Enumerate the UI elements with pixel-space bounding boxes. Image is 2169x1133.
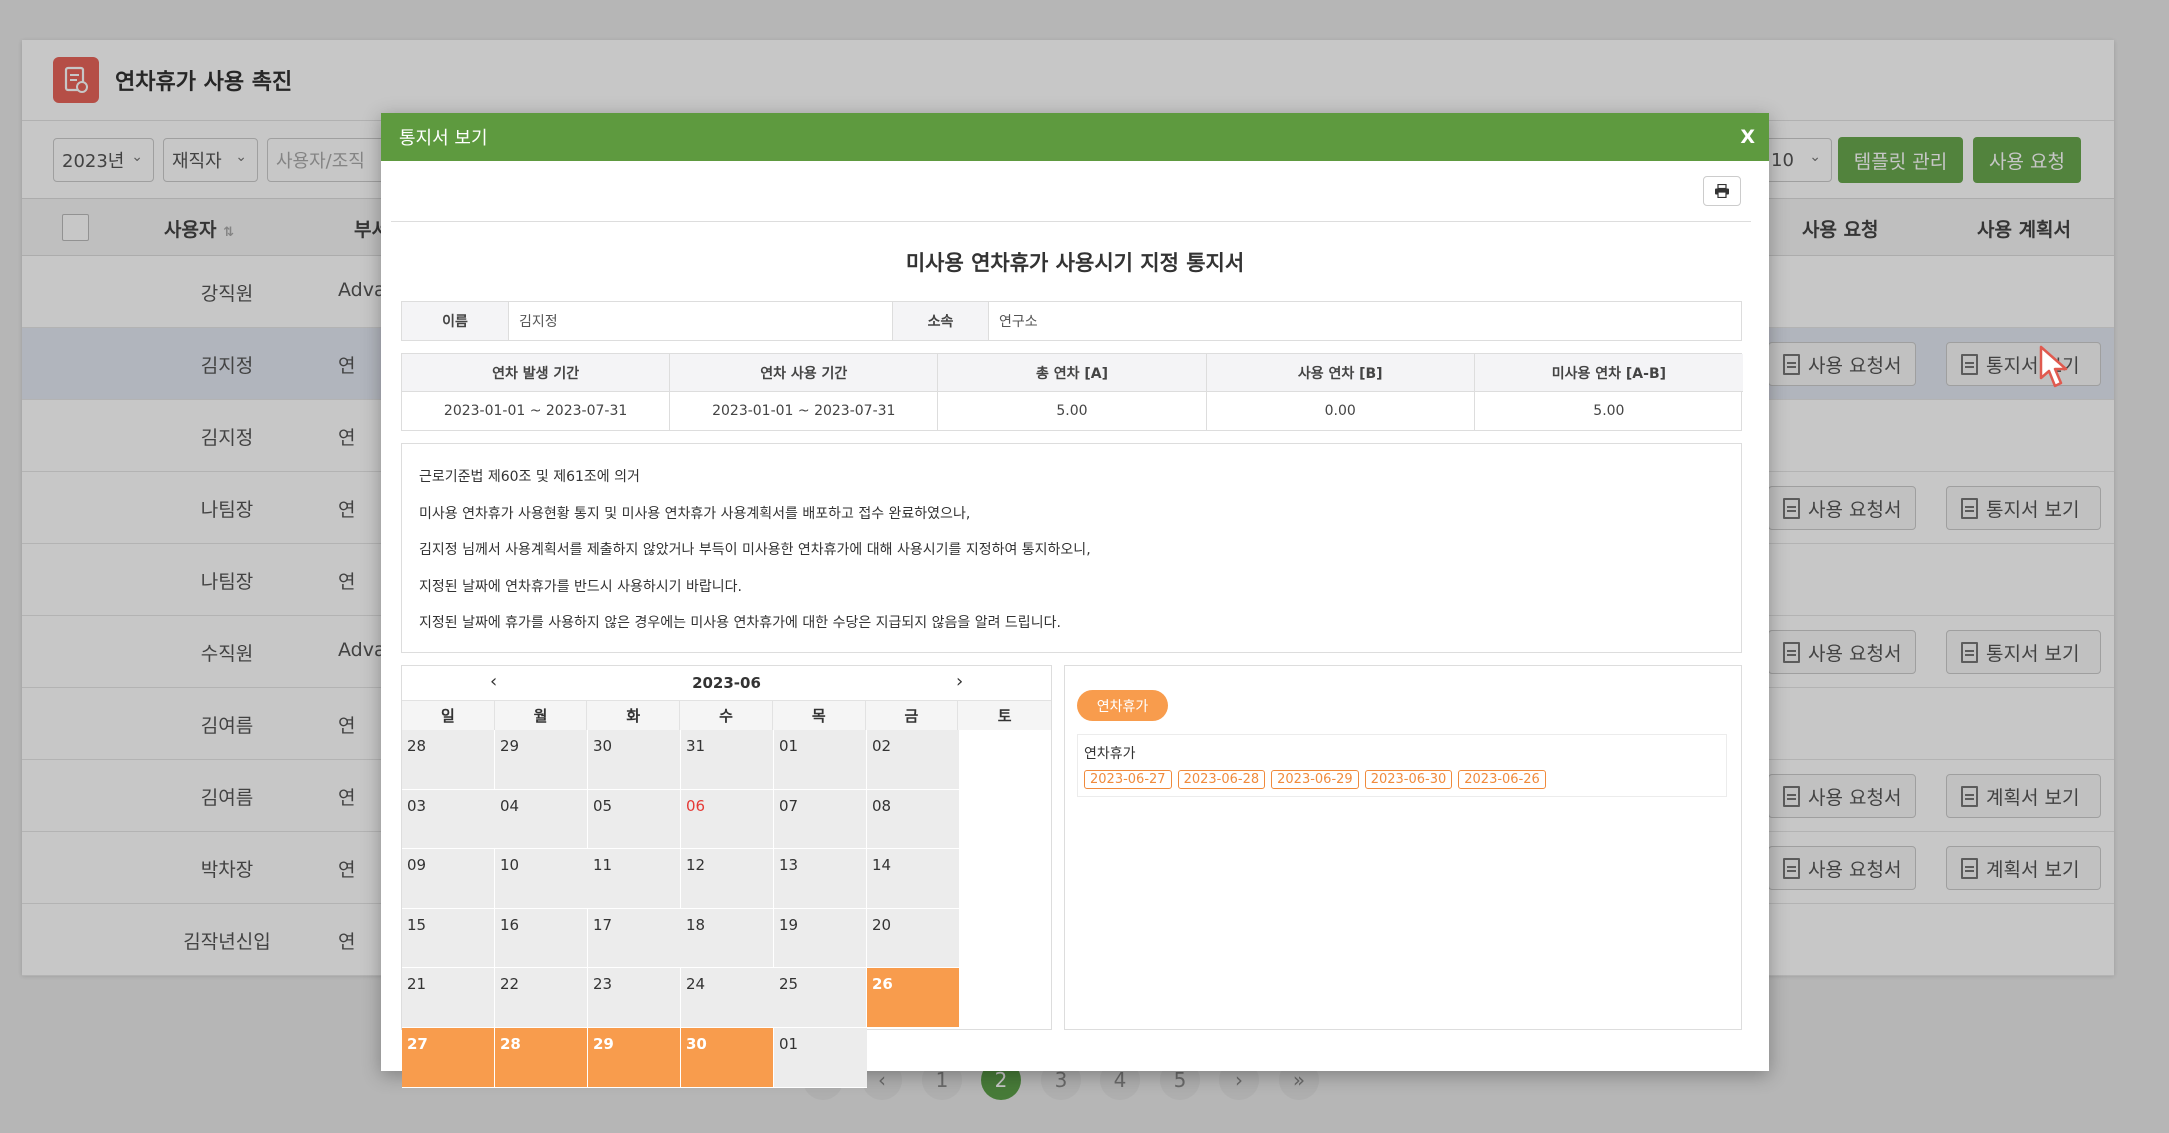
calendar-day[interactable]: 01	[774, 1027, 867, 1088]
calendar-day[interactable]: 03	[402, 789, 495, 850]
leave-date-tag: 2023-06-27	[1084, 770, 1172, 789]
calendar-day-selected[interactable]: 29	[588, 1027, 681, 1088]
calendar-next-button[interactable]: ›	[956, 671, 963, 692]
document-title: 미사용 연차휴가 사용시기 지정 통지서	[905, 251, 1245, 275]
dept-label: 소속	[892, 302, 988, 340]
calendar-day[interactable]: 29	[495, 730, 588, 790]
calendar-day-selected[interactable]: 28	[495, 1027, 588, 1088]
calendar-day[interactable]: 11	[588, 849, 681, 909]
calendar-day-selected[interactable]: 26	[867, 968, 960, 1028]
calendar-day[interactable]: 25	[774, 968, 867, 1028]
leave-dates-box: 연차휴가 2023-06-27 2023-06-28 2023-06-29 2023-…	[1077, 734, 1727, 797]
weekday-label: 토	[997, 707, 1012, 725]
calendar-day[interactable]: 30	[588, 730, 681, 790]
calendar-weekdays: 일월화수목금 토	[402, 700, 1051, 730]
leave-table-cell: 2023-01-01 ~ 2023-07-31	[402, 392, 671, 430]
calendar-day[interactable]: 01	[774, 730, 867, 790]
calendar-month: 2023-06	[692, 674, 761, 692]
calendar-day[interactable]: 20	[867, 908, 960, 969]
notice-line: 지정된 날짜에 연차휴가를 반드시 사용하시기 바랍니다.	[419, 578, 742, 595]
leave-table-header: 총 연차 [A]	[938, 354, 1207, 392]
weekday-label: 수	[680, 701, 773, 730]
close-button[interactable]: X	[1740, 126, 1755, 148]
print-button[interactable]	[1703, 176, 1741, 206]
leave-table-header: 연차 사용 기간	[670, 354, 939, 392]
weekday-label: 일	[402, 701, 495, 730]
calendar-day-selected[interactable]: 30	[681, 1027, 774, 1088]
calendar-day[interactable]: 19	[774, 908, 867, 969]
calendar-day[interactable]: 23	[588, 968, 681, 1028]
calendar-day[interactable]: 21	[402, 968, 495, 1028]
calendar-day-selected[interactable]: 27	[402, 1027, 495, 1088]
notice-text: 근로기준법 제60조 및 제61조에 의거미사용 연차휴가 사용현황 통지 및 …	[401, 443, 1742, 653]
leave-table-header: 미사용 연차 [A-B]	[1474, 354, 1743, 392]
mouse-cursor-icon	[2039, 345, 2068, 388]
calendar-day[interactable]: 22	[495, 968, 588, 1028]
modal-toolbar	[391, 161, 1751, 222]
calendar-day[interactable]: 15	[402, 908, 495, 969]
leave-table-header: 연차 발생 기간	[402, 354, 671, 392]
leave-dates-label: 연차휴가	[1084, 746, 1136, 762]
calendar-day[interactable]: 28	[402, 730, 495, 790]
calendar-day[interactable]: 08	[867, 789, 960, 850]
leave-type-badge[interactable]: 연차휴가	[1077, 690, 1168, 721]
weekday-label: 목	[773, 701, 866, 730]
calendar-day[interactable]: 06	[681, 789, 774, 850]
dept-value: 연구소	[988, 302, 1741, 340]
leave-date-tag: 2023-06-30	[1364, 770, 1453, 789]
leave-date-tag: 2023-06-26	[1458, 770, 1546, 789]
leave-date-tag: 2023-06-29	[1271, 770, 1359, 789]
calendar-day[interactable]: 09	[402, 849, 495, 909]
notice-line: 근로기준법 제60조 및 제61조에 의거	[419, 469, 640, 485]
calendar-day[interactable]: 17	[588, 908, 681, 969]
calendar-day[interactable]: 04	[495, 789, 588, 850]
leave-summary-table: 연차 발생 기간 2023-01-01 ~ 2023-07-31 연차 사용 기간 2…	[401, 353, 1743, 431]
leave-table-cell: 5.00	[938, 392, 1207, 430]
notice-line: 지정된 날짜에 휴가를 사용하지 않은 경우에는 미사용 연차휴가에 대한 수당…	[419, 615, 1061, 631]
printer-icon	[1715, 184, 1729, 198]
calendar-day[interactable]: 18	[681, 908, 774, 969]
leave-table-cell: 2023-01-01 ~ 2023-07-31	[670, 392, 939, 430]
calendar-day[interactable]: 24	[681, 968, 774, 1028]
calendar-day[interactable]: 14	[867, 849, 960, 909]
calendar: ‹ 2023-06 › 일월화수목금토 28 29 30 31 01 02 03 04 05 06…	[401, 665, 1052, 1088]
modal-header: 통지서 보기 X	[381, 113, 1769, 161]
weekday-label: 금	[866, 701, 959, 730]
name-label: 이름	[402, 302, 508, 340]
calendar-day[interactable]: 16	[495, 908, 588, 969]
leave-table-header: 사용 연차 [B]	[1206, 354, 1475, 392]
notice-modal: 통지서 보기 X 미사용 연차휴가 사용시기 지정 통지서 이름 김지정 소속 …	[381, 113, 1769, 1088]
modal-title: 통지서 보기	[399, 128, 488, 149]
leave-date-tag: 2023-06-28	[1177, 770, 1266, 789]
leave-table-cell: 5.00	[1593, 403, 1625, 419]
calendar-day[interactable]: 10	[495, 849, 588, 909]
calendar-grid: 28 29 30 31 01 02 03 04 05 06 07 08 09 10 11 12 13 14 15 16…	[402, 730, 1051, 1088]
calendar-day[interactable]: 05	[588, 789, 681, 850]
leave-date-tags: 2023-06-27 2023-06-28 2023-06-29 2023-06-30…	[1084, 770, 1720, 789]
calendar-day[interactable]: 12	[681, 849, 774, 909]
leave-detail-panel: 연차휴가 연차휴가 2023-06-27 2023-06-28 2023-06-29…	[1064, 665, 1742, 1030]
calendar-day[interactable]: 31	[681, 730, 774, 790]
calendar-day[interactable]: 13	[774, 849, 867, 909]
calendar-day[interactable]: 02	[867, 730, 960, 790]
info-table: 이름 김지정 소속 연구소	[401, 301, 1742, 341]
calendar-header: ‹ 2023-06 ›	[402, 666, 1051, 700]
weekday-label: 화	[587, 701, 681, 730]
notice-line: 미사용 연차휴가 사용현황 통지 및 미사용 연차휴가 사용계획서를 배포하고 …	[419, 505, 971, 522]
notice-line: 김지정 님께서 사용계획서를 제출하지 않았거나 부득이 미사용한 연차휴가에 …	[419, 542, 1091, 558]
calendar-day[interactable]: 07	[774, 789, 867, 850]
name-value: 김지정	[508, 302, 892, 340]
leave-table-cell: 0.00	[1207, 392, 1475, 430]
weekday-label: 월	[495, 701, 588, 730]
